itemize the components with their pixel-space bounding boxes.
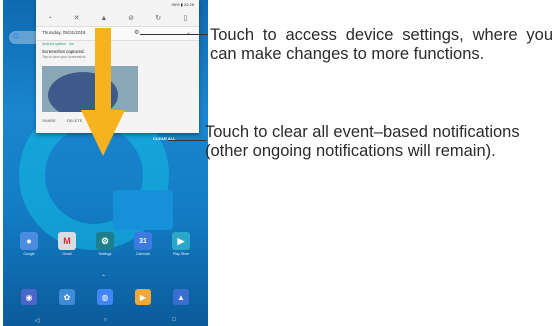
settings-icon: ⚙ bbox=[96, 232, 114, 250]
settings-gear-icon[interactable]: ⚙ bbox=[134, 29, 139, 36]
play-music-icon: ▶ bbox=[135, 289, 151, 305]
app-play-store[interactable]: ▶ Play Store bbox=[167, 232, 195, 256]
dock-play-music[interactable]: ▶ bbox=[129, 289, 157, 305]
dock-camera[interactable]: ◉ bbox=[15, 289, 43, 305]
leader-line-clear-all bbox=[168, 140, 206, 141]
callout-settings: Touch to access device settings, where y… bbox=[210, 26, 553, 63]
date-text: Thursday, 05/31/2018 bbox=[42, 30, 86, 35]
calendar-icon: 31 bbox=[134, 232, 152, 250]
back-icon[interactable]: ◁ bbox=[27, 317, 47, 324]
dock-contacts[interactable]: ▲ bbox=[167, 289, 195, 305]
app-label: Settings bbox=[98, 252, 112, 256]
gmail-icon: M bbox=[58, 232, 76, 250]
app-label: Play Store bbox=[172, 252, 190, 256]
recents-icon[interactable]: □ bbox=[164, 317, 184, 323]
photos-icon: ✿ bbox=[59, 289, 75, 305]
dock-chrome[interactable]: ◍ bbox=[91, 289, 119, 305]
battery-icon: ▮ bbox=[180, 2, 183, 7]
chrome-icon: ◍ bbox=[97, 289, 113, 305]
clock: 22:26 bbox=[183, 2, 194, 7]
auto-rotate-icon[interactable]: ↻ bbox=[152, 14, 164, 22]
app-drawer-caret-icon[interactable]: ⌃ bbox=[101, 274, 106, 281]
share-button[interactable]: SHARE bbox=[42, 118, 56, 123]
notification-app-name: Android system · 4m bbox=[42, 42, 75, 46]
dock: ◉ ✿ ◍ ▶ ▲ bbox=[15, 289, 195, 305]
wallpaper-shape bbox=[113, 190, 173, 230]
do-not-disturb-icon[interactable]: ⊘ bbox=[125, 14, 137, 22]
tablet-screenshot: G 96% ▮ 22:26 ◔ ✕ ▲ ⊘ ↻ ▯ Thursday, 05/3… bbox=[3, 0, 208, 326]
app-row: ● Google M Gmail ⚙ Settings 31 Calendar … bbox=[15, 232, 195, 256]
play-store-icon: ▶ bbox=[172, 232, 190, 250]
callout-clear-all: Touch to clear all event–based notificat… bbox=[205, 123, 520, 160]
battery-level: 96% bbox=[171, 2, 180, 7]
swipe-down-arrow-icon bbox=[81, 28, 125, 156]
camera-icon: ◉ bbox=[21, 289, 37, 305]
wifi-icon[interactable]: ◔ bbox=[44, 15, 56, 22]
app-label: Gmail bbox=[62, 252, 72, 256]
app-label: Google bbox=[23, 252, 35, 256]
notification-icon[interactable]: ▲ bbox=[98, 15, 110, 22]
bluetooth-off-icon[interactable]: ✕ bbox=[71, 14, 83, 22]
app-google[interactable]: ● Google bbox=[15, 232, 43, 256]
dock-photos[interactable]: ✿ bbox=[53, 289, 81, 305]
status-bar: 96% ▮ 22:26 bbox=[172, 2, 194, 7]
quick-settings-row: ◔ ✕ ▲ ⊘ ↻ ▯ bbox=[36, 12, 199, 24]
app-calendar[interactable]: 31 Calendar bbox=[129, 232, 157, 256]
leader-line-settings bbox=[140, 34, 208, 35]
google-icon: G bbox=[13, 32, 20, 41]
app-settings[interactable]: ⚙ Settings bbox=[91, 232, 119, 256]
app-label: Calendar bbox=[135, 252, 151, 256]
notification-title: Screenshot captured. bbox=[42, 49, 85, 54]
google-folder-icon: ● bbox=[20, 232, 38, 250]
app-gmail[interactable]: M Gmail bbox=[53, 232, 81, 256]
contacts-icon: ▲ bbox=[173, 289, 189, 305]
navigation-bar: ◁ ○ □ bbox=[3, 314, 208, 326]
notification-subtitle: Tap to view your screenshot. bbox=[42, 55, 87, 59]
flashlight-icon[interactable]: ▯ bbox=[179, 14, 191, 22]
home-icon[interactable]: ○ bbox=[95, 317, 115, 323]
